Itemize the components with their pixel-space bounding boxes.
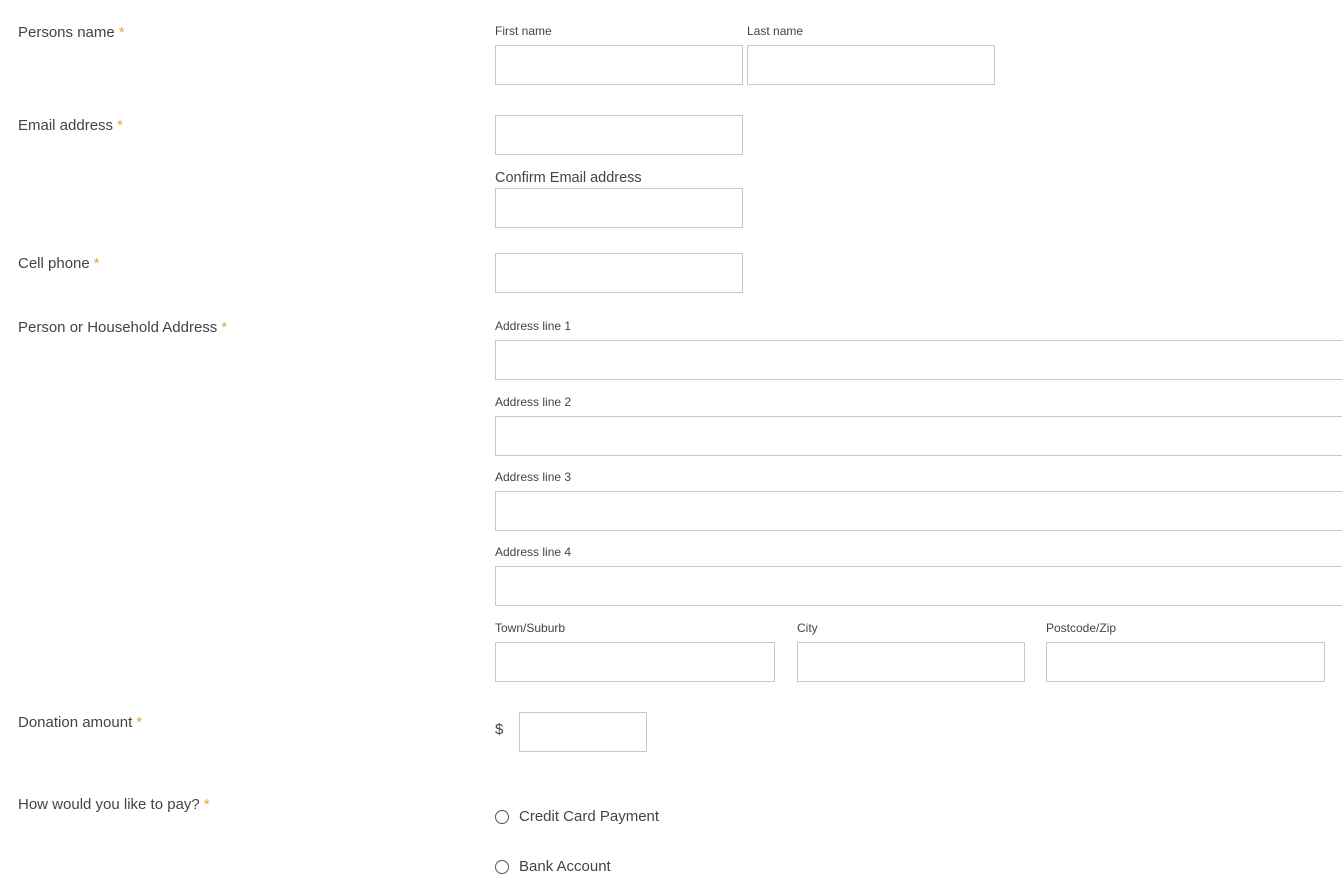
credit-card-payment-label[interactable]: Credit Card Payment bbox=[519, 808, 659, 825]
bank-account-radio-button[interactable] bbox=[495, 859, 509, 874]
address-label: Person or Household Address * bbox=[18, 319, 227, 336]
postcode-input[interactable] bbox=[1046, 642, 1325, 682]
required-marker: * bbox=[221, 319, 228, 336]
last-name-input[interactable] bbox=[747, 45, 995, 85]
confirm-email-input[interactable] bbox=[495, 188, 743, 228]
email-address-label-text: Email address bbox=[18, 117, 114, 134]
credit-card-payment-option[interactable]: Credit Card Payment bbox=[495, 808, 659, 825]
last-name-label: Last name bbox=[747, 24, 804, 38]
donation-amount-input[interactable] bbox=[519, 712, 647, 752]
payment-method-label-text: How would you like to pay? bbox=[18, 796, 200, 813]
email-input[interactable] bbox=[495, 115, 743, 155]
address-line-2-input[interactable] bbox=[495, 416, 1342, 456]
required-marker: * bbox=[136, 714, 143, 731]
cell-phone-label-text: Cell phone bbox=[18, 255, 90, 272]
town-suburb-label: Town/Suburb bbox=[495, 621, 566, 635]
postcode-label: Postcode/Zip bbox=[1046, 621, 1117, 635]
address-line-3-label: Address line 3 bbox=[495, 470, 572, 484]
confirm-email-label: Confirm Email address bbox=[495, 170, 642, 186]
cell-phone-label: Cell phone * bbox=[18, 255, 100, 272]
address-line-3-input[interactable] bbox=[495, 491, 1342, 531]
currency-symbol: $ bbox=[495, 721, 504, 738]
payment-method-label: How would you like to pay? * bbox=[18, 796, 210, 813]
city-label: City bbox=[797, 621, 818, 635]
email-address-label: Email address * bbox=[18, 117, 123, 134]
address-label-text: Person or Household Address bbox=[18, 319, 218, 336]
required-marker: * bbox=[203, 796, 210, 813]
bank-account-label[interactable]: Bank Account bbox=[519, 858, 611, 875]
first-name-label: First name bbox=[495, 24, 552, 38]
address-line-4-label: Address line 4 bbox=[495, 545, 572, 559]
address-line-1-label: Address line 1 bbox=[495, 319, 572, 333]
bank-account-option[interactable]: Bank Account bbox=[495, 858, 611, 875]
address-line-1-input[interactable] bbox=[495, 340, 1342, 380]
town-suburb-input[interactable] bbox=[495, 642, 775, 682]
required-marker: * bbox=[117, 117, 123, 134]
first-name-input[interactable] bbox=[495, 45, 743, 85]
persons-name-label: Persons name * bbox=[18, 24, 125, 41]
address-line-4-input[interactable] bbox=[495, 566, 1342, 606]
donation-amount-label: Donation amount * bbox=[18, 714, 142, 731]
cell-phone-input[interactable] bbox=[495, 253, 743, 293]
donation-amount-label-text: Donation amount bbox=[18, 714, 133, 731]
address-line-2-label: Address line 2 bbox=[495, 395, 572, 409]
city-input[interactable] bbox=[797, 642, 1025, 682]
required-marker: * bbox=[118, 24, 125, 41]
required-marker: * bbox=[93, 255, 100, 272]
credit-card-radio-button[interactable] bbox=[495, 809, 509, 824]
persons-name-label-text: Persons name bbox=[18, 24, 115, 41]
